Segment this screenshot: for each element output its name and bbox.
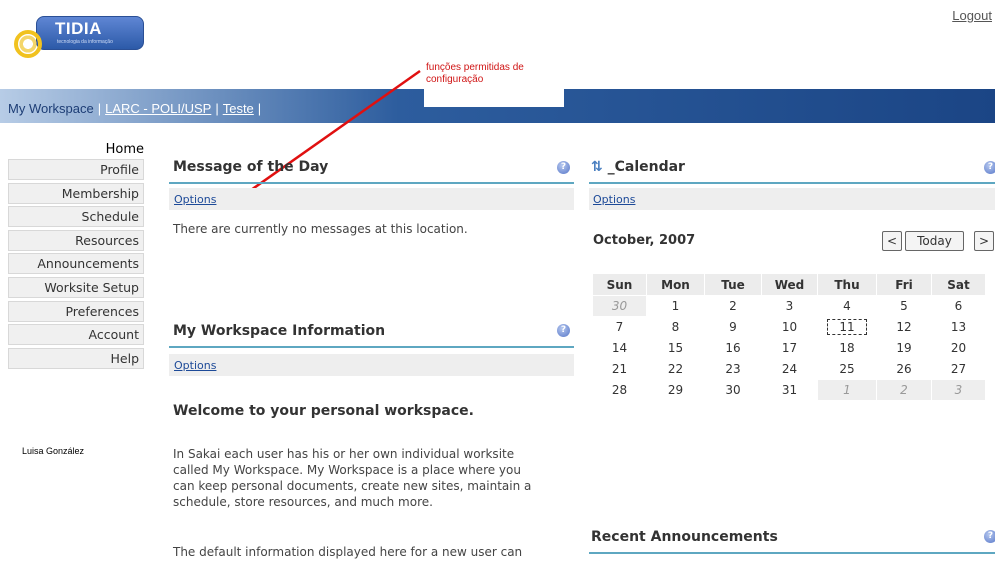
sidebar-item-announcements[interactable]: Announcements (8, 253, 144, 275)
weekday-header: Sun (592, 273, 647, 296)
calendar-day[interactable]: 21 (592, 358, 647, 380)
calendar-day[interactable]: 5 (876, 295, 932, 317)
help-icon[interactable]: ? (557, 161, 570, 174)
calendar-prev-button[interactable]: < (882, 231, 902, 251)
calendar-day[interactable]: 27 (931, 358, 986, 380)
calendar-day[interactable]: 1 (817, 379, 877, 401)
calendar-day[interactable]: 23 (704, 358, 762, 380)
calendar-title: ⇅ _Calendar (591, 159, 685, 175)
calendar-day[interactable]: 25 (817, 358, 877, 380)
sidebar-item-home[interactable]: Home (8, 142, 144, 157)
sidebar-item-profile[interactable]: Profile (8, 159, 144, 180)
sidebar-item-worksite-setup[interactable]: Worksite Setup (8, 276, 144, 298)
refresh-icon[interactable]: ⇅ (591, 159, 603, 175)
calendar-day[interactable]: 24 (761, 358, 818, 380)
calendar-month-label: October, 2007 (593, 233, 696, 248)
calendar-day[interactable]: 18 (817, 337, 877, 359)
calendar-week-row: 7 8 9 10 11 12 13 (592, 316, 986, 338)
weekday-header: Tue (704, 273, 762, 296)
calendar-next-button[interactable]: > (974, 231, 994, 251)
calendar-day[interactable]: 9 (704, 316, 762, 338)
calendar-week-row: 30 1 2 3 4 5 6 (592, 295, 986, 317)
calendar-day-today[interactable]: 11 (817, 316, 877, 338)
sidebar-item-membership[interactable]: Membership (8, 182, 144, 204)
calendar-day[interactable]: 1 (646, 295, 705, 317)
calendar-grid: Sun Mon Tue Wed Thu Fri Sat 30 1 2 3 4 5 6 7 8 9 1… (592, 273, 986, 401)
calendar-title-underline (589, 182, 995, 184)
help-icon[interactable]: ? (557, 324, 570, 337)
calendar-day[interactable]: 22 (646, 358, 705, 380)
calendar-day[interactable]: 20 (931, 337, 986, 359)
motd-options-link[interactable]: Options (174, 193, 216, 206)
calendar-today-button[interactable]: Today (905, 231, 964, 251)
announcements-title-underline (589, 552, 995, 554)
workspace-info-options-link[interactable]: Options (174, 359, 216, 372)
calendar-weekday-row: Sun Mon Tue Wed Thu Fri Sat (592, 273, 986, 296)
welcome-paragraph-1: In Sakai each user has his or her own in… (173, 446, 573, 510)
sidebar-item-account[interactable]: Account (8, 324, 144, 346)
sidebar: Profile Membership Schedule Resources An… (8, 159, 144, 371)
calendar-day[interactable]: 29 (646, 379, 705, 401)
weekday-header: Thu (817, 273, 877, 296)
weekday-header: Fri (876, 273, 932, 296)
welcome-paragraph-2: The default information displayed here f… (173, 545, 523, 559)
workspace-info-title-underline (169, 346, 574, 348)
calendar-day[interactable]: 17 (761, 337, 818, 359)
calendar-day[interactable]: 13 (931, 316, 986, 338)
workspace-info-title: My Workspace Information (173, 323, 386, 339)
calendar-week-row: 28 29 30 31 1 2 3 (592, 379, 986, 401)
motd-title-underline (169, 182, 574, 184)
current-user-name: Luisa González (22, 446, 85, 456)
calendar-day[interactable]: 4 (817, 295, 877, 317)
weekday-header: Sat (931, 273, 986, 296)
calendar-week-row: 21 22 23 24 25 26 27 (592, 358, 986, 380)
calendar-day[interactable]: 26 (876, 358, 932, 380)
motd-options-bar (169, 188, 574, 210)
calendar-day[interactable]: 2 (704, 295, 762, 317)
calendar-day[interactable]: 30 (704, 379, 762, 401)
sidebar-item-schedule[interactable]: Schedule (8, 206, 144, 228)
calendar-day[interactable]: 15 (646, 337, 705, 359)
welcome-paragraph-1-line-1: In Sakai each user has his or her own in… (173, 447, 515, 461)
calendar-day[interactable]: 28 (592, 379, 647, 401)
welcome-paragraph-1-line-4: schedule, store resources, and much more… (173, 495, 433, 509)
calendar-day[interactable]: 8 (646, 316, 705, 338)
announcements-title: Recent Announcements (591, 529, 778, 545)
calendar-day[interactable]: 31 (761, 379, 818, 401)
help-icon[interactable]: ? (984, 530, 995, 543)
calendar-day[interactable]: 19 (876, 337, 932, 359)
calendar-title-text: _Calendar (607, 159, 685, 175)
calendar-day[interactable]: 14 (592, 337, 647, 359)
calendar-day[interactable]: 6 (931, 295, 986, 317)
welcome-paragraph-1-line-3: can keep personal documents, create new … (173, 479, 532, 493)
welcome-paragraph-1-line-2: called My Workspace. My Workspace is a p… (173, 463, 521, 477)
calendar-day[interactable]: 3 (761, 295, 818, 317)
calendar-day[interactable]: 3 (931, 379, 986, 401)
calendar-week-row: 14 15 16 17 18 19 20 (592, 337, 986, 359)
calendar-day[interactable]: 12 (876, 316, 932, 338)
help-icon[interactable]: ? (984, 161, 995, 174)
sidebar-item-preferences[interactable]: Preferences (8, 300, 144, 322)
calendar-day[interactable]: 7 (592, 316, 647, 338)
calendar-day-label: 11 (827, 319, 867, 335)
calendar-day[interactable]: 10 (761, 316, 818, 338)
motd-title: Message of the Day (173, 159, 329, 175)
calendar-options-bar (589, 188, 995, 210)
sidebar-item-resources[interactable]: Resources (8, 229, 144, 251)
calendar-day[interactable]: 30 (592, 295, 647, 317)
weekday-header: Mon (646, 273, 705, 296)
calendar-days: 30 1 2 3 4 5 6 7 8 9 10 11 12 13 14 15 16 17 18 19 20 21 22 23 2… (592, 295, 986, 401)
calendar-day[interactable]: 16 (704, 337, 762, 359)
weekday-header: Wed (761, 273, 818, 296)
motd-message: There are currently no messages at this … (173, 222, 468, 236)
calendar-options-link[interactable]: Options (593, 193, 635, 206)
welcome-heading: Welcome to your personal workspace. (173, 403, 474, 419)
workspace-info-options-bar (169, 354, 574, 376)
calendar-day[interactable]: 2 (876, 379, 932, 401)
sidebar-item-help[interactable]: Help (8, 347, 144, 369)
